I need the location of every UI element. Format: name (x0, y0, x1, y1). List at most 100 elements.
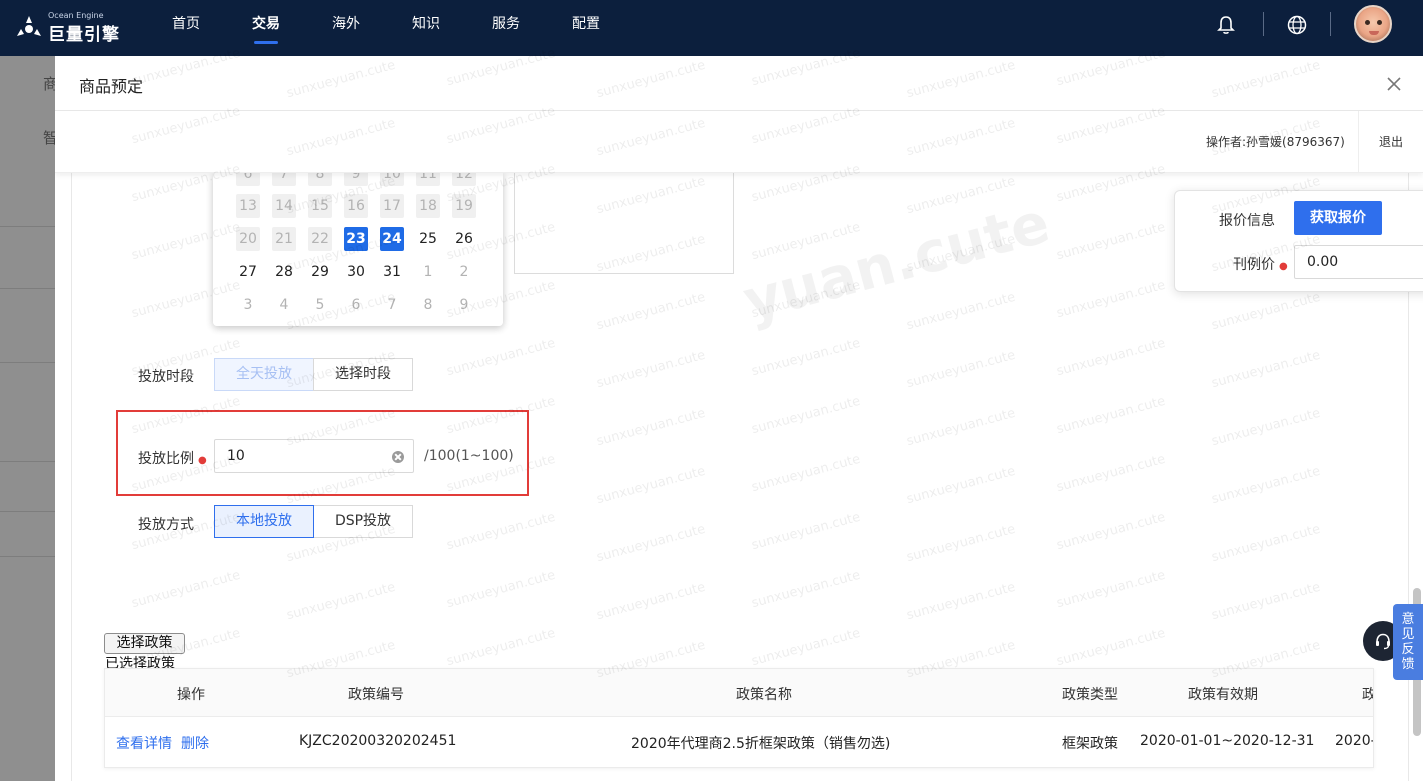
calendar-day: 12 (452, 173, 476, 186)
top-navigation: Ocean Engine 巨量引擎 首页 交易 海外 知识 服务 配置 (0, 0, 1423, 56)
calendar-day: 20 (236, 227, 260, 251)
policy-period: 2020-01-01~2020-12-31 (1140, 733, 1315, 749)
time-option-select[interactable]: 选择时段 (313, 358, 413, 391)
clear-icon[interactable] (392, 451, 404, 463)
calendar-day: 10 (380, 173, 404, 186)
view-details-link[interactable]: 查看详情 (116, 733, 172, 753)
ratio-input[interactable]: 10 (214, 439, 414, 473)
calendar-day: 16 (344, 194, 368, 218)
calendar-day-next-month[interactable]: 8 (416, 293, 440, 317)
calendar-day-selected[interactable]: 23 (344, 227, 368, 251)
column-header: 政策有效期 (1188, 687, 1258, 703)
booking-drawer: 商品预定 操作者:孙雪媛(8796367) 退出 6 7 8 9 10 11 1… (55, 56, 1423, 781)
column-header: 政 (1362, 684, 1373, 704)
calendar-day-next-month[interactable]: 3 (236, 293, 260, 317)
operator-bar: 操作者:孙雪媛(8796367) 退出 (55, 111, 1423, 173)
feedback-char: 意 (1401, 612, 1415, 627)
mode-option-local[interactable]: 本地投放 (214, 505, 314, 538)
get-quote-button[interactable]: 获取报价 (1294, 201, 1382, 235)
price-label: 刊例价 ● (1233, 257, 1288, 273)
quote-panel: 报价信息 获取报价 刊例价 ● 0.00 (1174, 190, 1423, 292)
calendar-day: 19 (452, 194, 476, 218)
brand-en: Ocean Engine (48, 11, 104, 20)
calendar-day: 8 (308, 173, 332, 186)
logout-link[interactable]: 退出 (1379, 133, 1403, 150)
calendar-day: 9 (344, 173, 368, 186)
avatar[interactable] (1354, 5, 1392, 43)
table-header: 操作 政策编号 政策名称 政策类型 政策有效期 政 (105, 669, 1373, 717)
calendar-day: 22 (308, 227, 332, 251)
operator-info: 操作者:孙雪媛(8796367) (1206, 135, 1345, 149)
drawer-title: 商品预定 (79, 77, 144, 96)
ocean-engine-logo-icon (17, 16, 41, 36)
calendar-day[interactable]: 26 (452, 227, 476, 251)
mode-label: 投放方式 (138, 517, 194, 533)
calendar-day-next-month[interactable]: 1 (416, 260, 440, 284)
preview-panel (514, 173, 734, 274)
calendar-day-next-month[interactable]: 5 (308, 293, 332, 317)
time-option-all-day[interactable]: 全天投放 (214, 358, 314, 391)
price-input[interactable]: 0.00 (1294, 245, 1423, 279)
calendar-day: 6 (236, 173, 260, 186)
calendar-day[interactable]: 28 (272, 260, 296, 284)
quote-label: 报价信息 (1219, 213, 1275, 229)
delete-link[interactable]: 删除 (181, 733, 209, 753)
calendar-day-next-month[interactable]: 2 (452, 260, 476, 284)
brand-logo[interactable]: Ocean Engine 巨量引擎 (14, 10, 124, 46)
calendar-day: 21 (272, 227, 296, 251)
calendar-day: 17 (380, 194, 404, 218)
nav-divider (1330, 12, 1331, 36)
calendar-day[interactable]: 27 (236, 260, 260, 284)
nav-config[interactable]: 配置 (570, 0, 602, 56)
calendar-day-next-month[interactable]: 9 (452, 293, 476, 317)
policy-table: 操作 政策编号 政策名称 政策类型 政策有效期 政 查看详情 删除 KJZC20… (104, 668, 1374, 768)
date-picker-calendar-body: 6 7 8 9 10 11 12 13 14 15 16 17 18 19 20… (213, 173, 503, 326)
calendar-day-next-month[interactable]: 7 (380, 293, 404, 317)
calendar-day-next-month[interactable]: 6 (344, 293, 368, 317)
mode-option-dsp[interactable]: DSP投放 (313, 505, 413, 538)
ratio-hint: /100(1~100) (424, 448, 514, 464)
calendar-day: 13 (236, 194, 260, 218)
column-header: 政策编号 (348, 687, 404, 703)
feedback-tab[interactable]: 意 见 反 馈 (1393, 604, 1423, 680)
calendar-day[interactable]: 25 (416, 227, 440, 251)
nav-knowledge[interactable]: 知识 (410, 0, 442, 56)
feedback-char: 馈 (1401, 657, 1415, 672)
select-policy-button[interactable]: 选择政策 (104, 633, 185, 654)
column-header: 政策名称 (736, 687, 792, 703)
calendar-day: 15 (308, 194, 332, 218)
policy-extra: 2020- (1335, 733, 1374, 749)
time-label: 投放时段 (138, 369, 194, 385)
required-dot: ● (198, 455, 207, 466)
ratio-value: 10 (227, 448, 245, 464)
nav-home[interactable]: 首页 (170, 0, 202, 56)
feedback-char: 反 (1401, 642, 1415, 657)
calendar-day: 11 (416, 173, 440, 186)
headset-icon (1376, 633, 1390, 650)
column-header: 政策类型 (1062, 687, 1118, 703)
bell-icon[interactable] (1214, 13, 1238, 37)
policy-type: 框架政策 (1062, 736, 1118, 752)
calendar-day[interactable]: 30 (344, 260, 368, 284)
drawer-header: 商品预定 (55, 56, 1423, 111)
brand-cn: 巨量引擎 (48, 25, 120, 45)
ratio-label: 投放比例 ● (138, 451, 207, 467)
policy-name: 2020年代理商2.5折框架政策（销售勿选) (631, 736, 891, 752)
nav-overseas[interactable]: 海外 (330, 0, 362, 56)
calendar-day: 14 (272, 194, 296, 218)
calendar-day[interactable]: 29 (308, 260, 332, 284)
globe-icon[interactable] (1285, 13, 1309, 37)
nav-trade[interactable]: 交易 (250, 0, 282, 56)
close-icon[interactable] (1385, 75, 1403, 93)
policy-code: KJZC20200320202451 (299, 733, 457, 749)
calendar-day: 18 (416, 194, 440, 218)
feedback-char: 见 (1401, 627, 1415, 642)
calendar-day-next-month[interactable]: 4 (272, 293, 296, 317)
nav-divider (1263, 12, 1264, 36)
price-value: 0.00 (1307, 254, 1339, 270)
calendar-day: 7 (272, 173, 296, 186)
background-page: 商 智 (0, 56, 58, 781)
calendar-day[interactable]: 31 (380, 260, 404, 284)
calendar-day-selected[interactable]: 24 (380, 227, 404, 251)
nav-service[interactable]: 服务 (490, 0, 522, 56)
